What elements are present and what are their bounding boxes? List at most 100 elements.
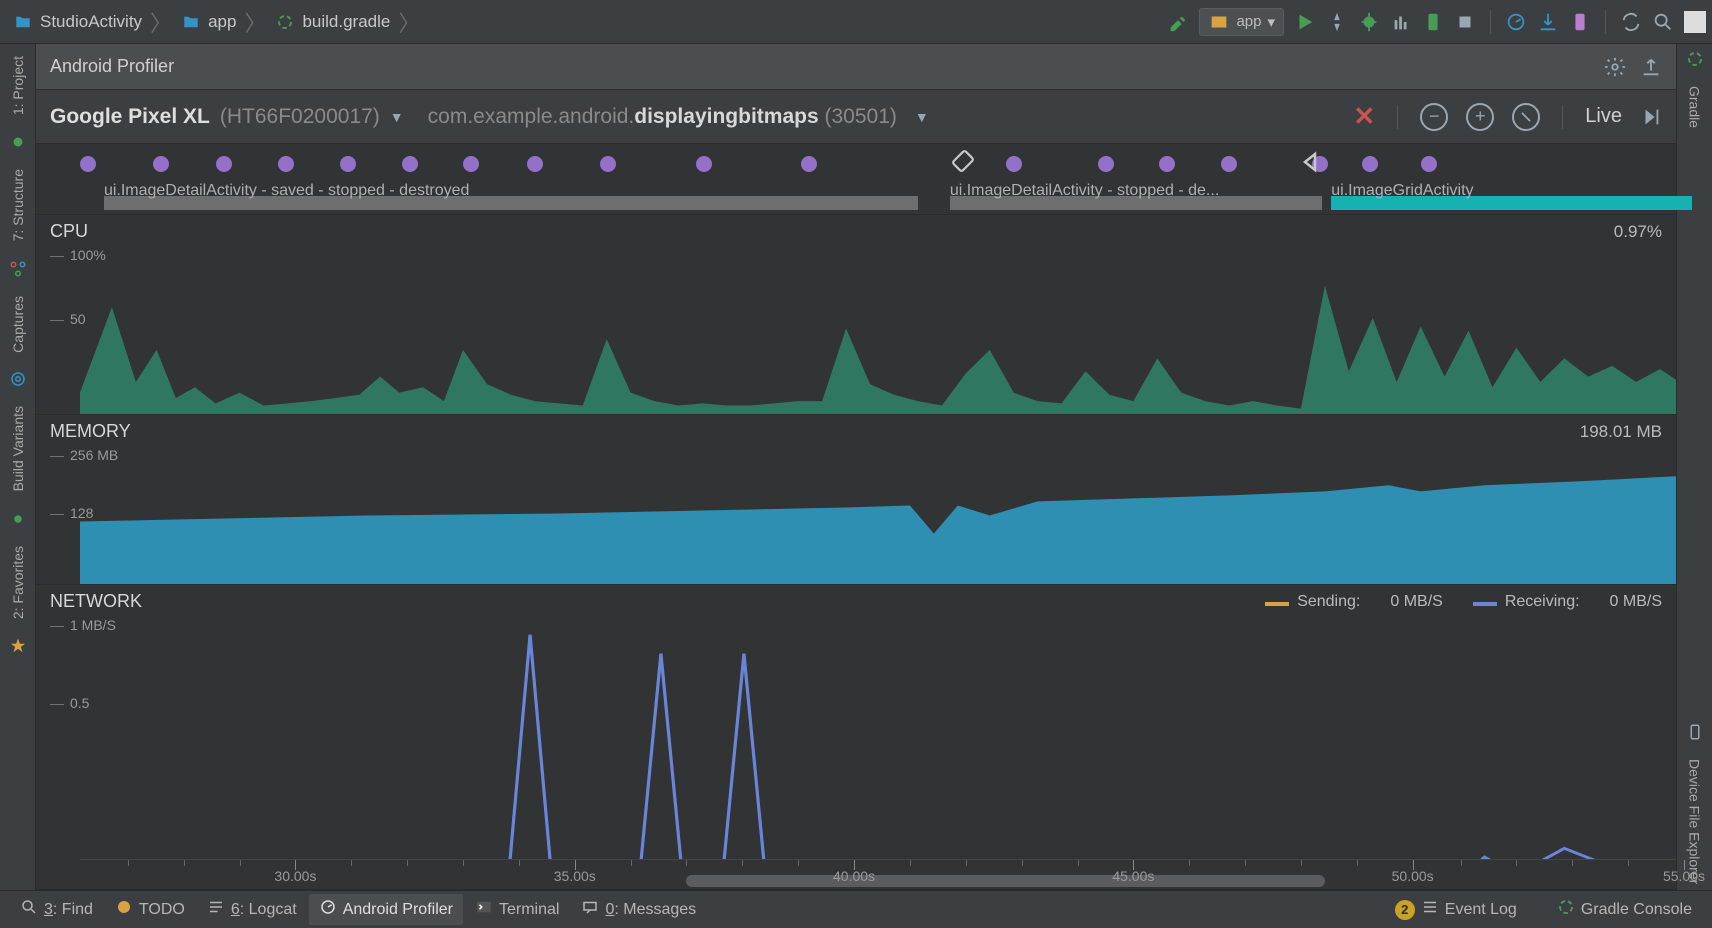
toolwin-favorites[interactable]: 2: Favorites (10, 540, 26, 625)
toolwin-project[interactable]: 1: Project (10, 50, 26, 121)
receiving-swatch-icon (1473, 602, 1497, 606)
terminal-icon (475, 898, 493, 921)
close-icon[interactable]: ✕ (1353, 106, 1375, 128)
avatar-icon[interactable] (1684, 11, 1706, 33)
toolwin-build-variants[interactable]: Build Variants (10, 400, 26, 497)
android-icon[interactable] (9, 133, 27, 151)
touch-event-dot (1006, 156, 1022, 172)
android-profiler-panel: Android Profiler Google Pixel XL (HT66F0… (36, 44, 1676, 890)
process-dropdown-icon[interactable]: ▼ (915, 109, 929, 125)
touch-event-dot (402, 156, 418, 172)
memory-value: 198.01 MB (1580, 422, 1662, 442)
search-icon (20, 898, 38, 921)
touch-event-dot (1221, 156, 1237, 172)
memory-title: MEMORY (50, 421, 131, 442)
time-axis[interactable]: 30.00s35.00s40.00s45.00s50.00s55.00s (80, 859, 1676, 889)
chevron-right-icon: 〉 (398, 6, 420, 38)
breadcrumb-project[interactable]: StudioActivity (6, 9, 148, 35)
reset-zoom-button[interactable] (1512, 103, 1540, 131)
rotation-event-icon (950, 148, 976, 178)
gradle-icon[interactable] (1686, 50, 1704, 68)
status-tab-0-messages[interactable]: 0: Messages (571, 894, 706, 925)
search-icon[interactable] (1652, 11, 1674, 33)
profiler-icon[interactable] (1505, 11, 1527, 33)
run-config-label: app (1236, 13, 1261, 30)
logcat-icon (207, 898, 225, 921)
go-live-icon[interactable] (1640, 106, 1662, 128)
hammer-icon[interactable] (1167, 11, 1189, 33)
touch-event-dot (278, 156, 294, 172)
event-icon (1421, 898, 1439, 921)
right-tool-strip: Gradle Device File Explorer (1676, 44, 1712, 890)
device-icon[interactable] (1686, 723, 1704, 741)
network-title: NETWORK (50, 591, 142, 612)
breadcrumb-module[interactable]: app (174, 9, 242, 35)
breadcrumb-file[interactable]: build.gradle (268, 9, 396, 35)
receiving-value: 0 MB/S (1610, 593, 1662, 611)
cpu-title: CPU (50, 221, 88, 242)
status-tab-event-log[interactable]: 2Event Log (1385, 894, 1527, 925)
breadcrumbs: StudioActivity 〉 app 〉 build.gradle 〉 (6, 6, 1167, 38)
sending-swatch-icon (1265, 602, 1289, 606)
memory-chart[interactable]: MEMORY 198.01 MB 256 MB 128 (36, 415, 1676, 585)
status-tab-todo[interactable]: TODO (105, 894, 195, 925)
touch-event-dot (1098, 156, 1114, 172)
folder-icon (12, 11, 34, 33)
avd-icon[interactable] (1569, 11, 1591, 33)
touch-event-dot (600, 156, 616, 172)
time-tick-label: 50.00s (1392, 868, 1434, 884)
touch-event-dot (80, 156, 96, 172)
event-timeline[interactable]: ui.ImageDetailActivity - saved - stopped… (36, 144, 1676, 215)
debug-icon[interactable] (1358, 11, 1380, 33)
apply-changes-icon[interactable] (1326, 11, 1348, 33)
touch-event-dot (1421, 156, 1437, 172)
session-bar: Google Pixel XL (HT66F0200017) ▼ com.exa… (36, 90, 1676, 144)
structure-icon (9, 260, 27, 278)
camera-icon (9, 370, 27, 388)
timeline-scrollbar[interactable] (686, 875, 1324, 887)
toolwin-structure[interactable]: 7: Structure (10, 163, 26, 247)
download-icon[interactable] (1537, 11, 1559, 33)
cpu-value: 0.97% (1614, 222, 1662, 242)
run-icon[interactable] (1294, 11, 1316, 33)
status-tab-gradle-console[interactable]: Gradle Console (1547, 894, 1702, 925)
panel-title-bar: Android Profiler (36, 44, 1676, 90)
touch-event-dot (1159, 156, 1175, 172)
separator (1397, 105, 1398, 129)
sync-icon[interactable] (1620, 11, 1642, 33)
coverage-icon[interactable] (1390, 11, 1412, 33)
cpu-chart[interactable]: CPU 0.97% 100% 50 (36, 215, 1676, 415)
status-tab-android-profiler[interactable]: Android Profiler (309, 894, 463, 925)
touch-event-dot (801, 156, 817, 172)
sending-value: 0 MB/S (1390, 593, 1442, 611)
separator (1490, 10, 1491, 34)
live-label: Live (1585, 105, 1622, 128)
todo-icon (115, 898, 133, 921)
toolwin-gradle[interactable]: Gradle (1687, 80, 1703, 134)
attach-debugger-icon[interactable] (1422, 11, 1444, 33)
run-toolbar: app ▾ (1167, 8, 1706, 36)
network-chart[interactable]: NETWORK Sending: 0 MB/S Receiving: 0 MB/… (36, 585, 1676, 890)
module-icon (1208, 11, 1230, 33)
profiler-icon (319, 898, 337, 921)
activity-label: ui.ImageDetailActivity - saved - stopped… (104, 182, 470, 200)
breadcrumb-label: app (208, 12, 236, 32)
toolwin-captures[interactable]: Captures (10, 290, 26, 359)
stop-icon[interactable] (1454, 11, 1476, 33)
zoom-in-button[interactable]: + (1466, 103, 1494, 131)
run-config-selector[interactable]: app ▾ (1199, 8, 1284, 36)
device-dropdown-icon[interactable]: ▼ (390, 109, 404, 125)
zoom-out-button[interactable]: − (1420, 103, 1448, 131)
status-tab-terminal[interactable]: Terminal (465, 894, 569, 925)
status-tab-6-logcat[interactable]: 6: Logcat (197, 894, 307, 925)
top-toolbar: StudioActivity 〉 app 〉 build.gradle 〉 ap… (0, 0, 1712, 44)
time-tick-label: 55.00s (1663, 868, 1705, 884)
touch-event-dot (527, 156, 543, 172)
left-tool-strip: 1: Project 7: Structure Captures Build V… (0, 44, 36, 890)
messages-icon (581, 898, 599, 921)
status-tab-3-find[interactable]: 3: Find (10, 894, 103, 925)
panel-title: Android Profiler (50, 56, 174, 77)
export-icon[interactable] (1640, 56, 1662, 78)
time-tick-label: 35.00s (554, 868, 596, 884)
gear-icon[interactable] (1604, 56, 1626, 78)
